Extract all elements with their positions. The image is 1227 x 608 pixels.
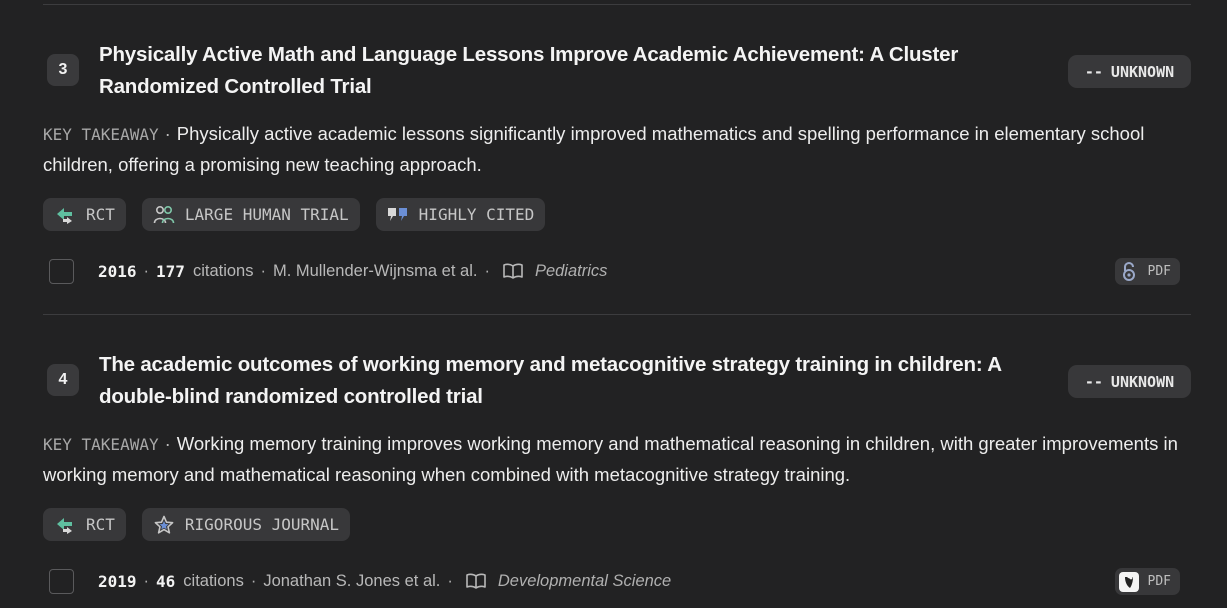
status-badge[interactable]: -- UNKNOWN xyxy=(1068,365,1191,398)
meta-separator: · xyxy=(484,261,490,280)
paper-title[interactable]: The academic outcomes of working memory … xyxy=(99,349,1044,413)
takeaway-separator: · xyxy=(164,433,171,454)
publication-year: 2016 xyxy=(98,261,137,281)
divider xyxy=(43,314,1191,315)
citation-count: 177 xyxy=(156,261,185,281)
journal-book-icon xyxy=(503,263,523,279)
status-dash: -- xyxy=(1084,62,1103,81)
status-dash: -- xyxy=(1084,372,1103,391)
people-icon xyxy=(153,204,175,226)
tag-label: RCT xyxy=(86,205,115,224)
meta-separator: · xyxy=(143,571,150,590)
key-takeaway: KEY TAKEAWAY · Physically active academic … xyxy=(43,119,1193,180)
quote-icon xyxy=(387,204,409,226)
takeaway-text: Physically active academic lessons signi… xyxy=(43,123,1145,175)
paper-title[interactable]: Physically Active Math and Language Less… xyxy=(99,39,1044,103)
tag-rct[interactable]: RCT xyxy=(43,198,126,231)
tag-label: RIGOROUS JOURNAL xyxy=(184,515,340,534)
open-access-lock-icon xyxy=(1119,261,1139,282)
star-icon xyxy=(153,514,175,536)
pdf-label: PDF xyxy=(1147,574,1171,589)
citations-label: citations xyxy=(183,571,244,590)
paper-meta: 2016 · 177 citations · M. Mullender-Wijn… xyxy=(49,257,1189,285)
tag-large-human-trial[interactable]: LARGE HUMAN TRIAL xyxy=(141,198,360,231)
results-list: 3 Physically Active Math and Language Le… xyxy=(0,0,1227,608)
tag-list: RCT RIGOROUS JOURNAL xyxy=(43,508,351,541)
meta-separator: · xyxy=(143,261,150,280)
tag-highly-cited[interactable]: HIGHLY CITED xyxy=(375,198,546,231)
meta-separator: · xyxy=(447,571,453,590)
journal-name[interactable]: Pediatrics xyxy=(535,262,607,281)
pdf-button[interactable]: PDF xyxy=(1114,258,1180,285)
publication-year: 2019 xyxy=(98,571,137,591)
authors[interactable]: Jonathan S. Jones et al. xyxy=(263,572,440,591)
rank-badge: 3 xyxy=(47,54,79,86)
meta-separator: · xyxy=(250,571,257,590)
takeaway-label: KEY TAKEAWAY xyxy=(43,435,159,454)
status-label: UNKNOWN xyxy=(1110,62,1175,81)
status-label: UNKNOWN xyxy=(1110,372,1175,391)
divider xyxy=(43,4,1191,5)
paper-meta: 2019 · 46 citations · Jonathan S. Jones … xyxy=(49,567,1189,595)
rct-arrows-icon xyxy=(54,514,76,536)
key-takeaway: KEY TAKEAWAY · Working memory training imp… xyxy=(43,429,1193,490)
takeaway-text: Working memory training improves working… xyxy=(43,433,1178,485)
pdf-label: PDF xyxy=(1147,264,1171,279)
tag-label: RCT xyxy=(86,515,115,534)
takeaway-separator: · xyxy=(164,123,171,144)
rank-badge: 4 xyxy=(47,364,79,396)
takeaway-label: KEY TAKEAWAY xyxy=(43,125,159,144)
tag-rigorous-journal[interactable]: RIGOROUS JOURNAL xyxy=(141,508,351,541)
rct-arrows-icon xyxy=(54,204,76,226)
tag-label: HIGHLY CITED xyxy=(418,205,535,224)
journal-name[interactable]: Developmental Science xyxy=(498,572,671,591)
authors[interactable]: M. Mullender-Wijnsma et al. xyxy=(273,262,477,281)
citations-label: citations xyxy=(192,261,254,280)
citation-count: 46 xyxy=(156,571,176,591)
pdf-button[interactable]: PDF xyxy=(1114,568,1180,595)
journal-book-icon xyxy=(466,573,486,589)
tag-rct[interactable]: RCT xyxy=(43,508,126,541)
status-badge[interactable]: -- UNKNOWN xyxy=(1068,55,1191,88)
tag-list: RCT LARGE HUMAN TRIAL HIGHLY CITED xyxy=(43,198,546,231)
select-checkbox[interactable] xyxy=(49,568,74,594)
tag-label: LARGE HUMAN TRIAL xyxy=(184,205,349,224)
wiley-logo-icon xyxy=(1118,571,1139,592)
select-checkbox[interactable] xyxy=(49,258,74,284)
meta-separator: · xyxy=(260,261,266,280)
